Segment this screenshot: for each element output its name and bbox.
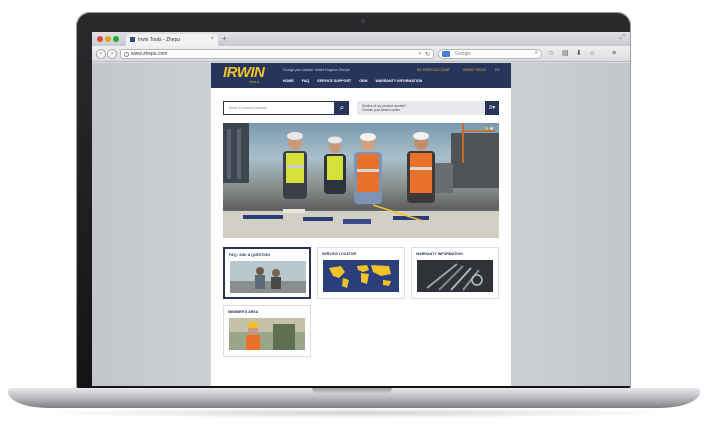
browser-tab[interactable]: Irwin Tools - Zhepu ×	[126, 34, 218, 46]
logo-subtitle: TOOLS	[249, 80, 260, 84]
hiring-tools-link[interactable]: HIRING TOOLS	[463, 68, 486, 72]
search-icon[interactable]: ⌕	[535, 50, 538, 57]
maximize-window-button[interactable]	[113, 36, 119, 42]
help-box: Service of my product number? Choose you…	[357, 101, 499, 115]
tile-service-locator[interactable]: SERVICE LOCATOR	[317, 247, 405, 299]
language-link[interactable]: EN	[495, 68, 499, 72]
favicon-icon	[130, 37, 135, 42]
tile-faq[interactable]: FAQ / ASK A QUESTION	[223, 247, 311, 299]
address-bar[interactable]: www.zhepu.com ▾ ↻	[120, 49, 434, 59]
browser-tabbar: Irwin Tools - Zhepu × + ⤢	[92, 32, 630, 46]
browser-viewport: IRWIN TOOLS Change your location: United…	[92, 63, 630, 386]
help-text: Service of my product number? Choose you…	[362, 104, 406, 112]
browser-search-input[interactable]: Google ⌕	[438, 49, 542, 59]
tile-tools-image	[417, 260, 493, 292]
home-icon[interactable]: ⌂	[590, 49, 594, 59]
site-header: IRWIN TOOLS Change your location: United…	[211, 63, 511, 88]
laptop-shadow	[30, 408, 680, 418]
url-text: www.zhepu.com	[131, 51, 168, 57]
menu-icon[interactable]: ≡	[612, 49, 616, 59]
webcam	[361, 19, 365, 23]
new-tab-button[interactable]: +	[222, 34, 227, 44]
nav-warranty-information[interactable]: WARRANTY INFORMATION	[375, 79, 422, 83]
close-window-button[interactable]	[97, 36, 103, 42]
carousel-dot[interactable]	[490, 127, 493, 130]
laptop-screen: Irwin Tools - Zhepu × + ⤢ ‹ › www.zhepu.…	[92, 32, 630, 386]
tile-faq-image	[230, 261, 306, 293]
construction-workers-photo	[223, 123, 499, 238]
tile-members-image	[229, 318, 305, 350]
forward-button[interactable]: ›	[107, 49, 117, 59]
worker-2	[324, 136, 346, 194]
main-nav: HOME FAQ SERVICE SUPPORT OEM WARRANTY IN…	[283, 79, 422, 83]
reading-list-icon[interactable]: ▤	[562, 49, 569, 59]
globe-icon	[124, 52, 129, 57]
bookmark-star-icon[interactable]: ☆	[548, 49, 554, 59]
tab-close-icon[interactable]: ×	[210, 36, 214, 42]
fullscreen-icon[interactable]: ⤢	[619, 34, 625, 42]
product-search-input[interactable]: Enter a product number	[223, 101, 335, 115]
help-text-line-2: Choose your search option	[362, 108, 401, 112]
nav-home[interactable]: HOME	[283, 79, 294, 83]
search-engine-icon[interactable]	[442, 51, 450, 57]
region-selector[interactable]: Change your location: United Kingdom, Eu…	[283, 68, 350, 72]
laptop-notch	[312, 388, 392, 393]
worker-3	[354, 133, 382, 204]
carousel-dots	[485, 127, 493, 130]
tab-title: Irwin Tools - Zhepu	[138, 37, 181, 43]
tile-title: WARRANTY INFORMATION	[416, 252, 463, 256]
tile-title: FAQ / ASK A QUESTION	[229, 253, 270, 257]
account-link[interactable]: MY ZHEPU ACCOUNT	[417, 68, 450, 72]
nav-service-support[interactable]: SERVICE SUPPORT	[317, 79, 351, 83]
search-placeholder: Google	[455, 51, 472, 57]
tile-title: SERVICE LOCATOR	[322, 252, 357, 256]
hero-image	[223, 123, 499, 238]
search-button[interactable]: ⌕	[335, 101, 349, 115]
irwin-logo[interactable]: IRWIN	[223, 65, 265, 81]
carousel-dot-active[interactable]	[485, 127, 488, 130]
tile-members-area[interactable]: MEMBER'S AREA	[223, 305, 311, 357]
reload-icon[interactable]: ↻	[425, 51, 430, 58]
search-row: Enter a product number ⌕ Service of my p…	[223, 101, 499, 115]
tile-world-map-image	[323, 260, 399, 292]
tile-warranty-information[interactable]: WARRANTY INFORMATION	[411, 247, 499, 299]
web-page: IRWIN TOOLS Change your location: United…	[211, 63, 511, 386]
nav-faq[interactable]: FAQ	[302, 79, 309, 83]
tile-title: MEMBER'S AREA	[228, 310, 259, 314]
downloads-icon[interactable]: ⬇	[576, 49, 582, 59]
worker-4	[407, 132, 435, 203]
dropdown-arrow-icon[interactable]: ▾	[418, 51, 421, 57]
worker-1	[283, 132, 307, 199]
back-button[interactable]: ‹	[96, 49, 106, 59]
minimize-window-button[interactable]	[105, 36, 111, 42]
menu-dropdown-button[interactable]: ≡▾	[485, 101, 499, 115]
browser-toolbar: ‹ › www.zhepu.com ▾ ↻ Google ⌕ ☆ ▤ ⬇ ⌂ ≡	[92, 46, 630, 62]
nav-oem[interactable]: OEM	[359, 79, 367, 83]
